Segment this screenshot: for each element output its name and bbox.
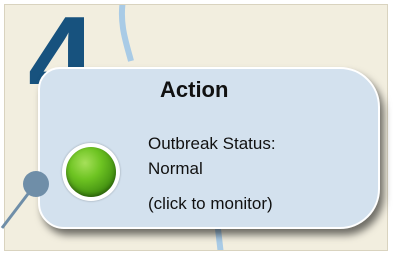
card-title: Action: [160, 77, 229, 102]
green-status-light-icon: [66, 147, 116, 197]
status-light-button[interactable]: [62, 143, 120, 201]
status-label: Outbreak Status:: [148, 134, 276, 153]
monitor-link[interactable]: (click to monitor): [148, 194, 273, 214]
step-panel: 4 Action Outbreak Status: Normal (click …: [0, 0, 393, 257]
status-value: Normal: [148, 159, 203, 178]
connector-pointer: [0, 171, 49, 229]
